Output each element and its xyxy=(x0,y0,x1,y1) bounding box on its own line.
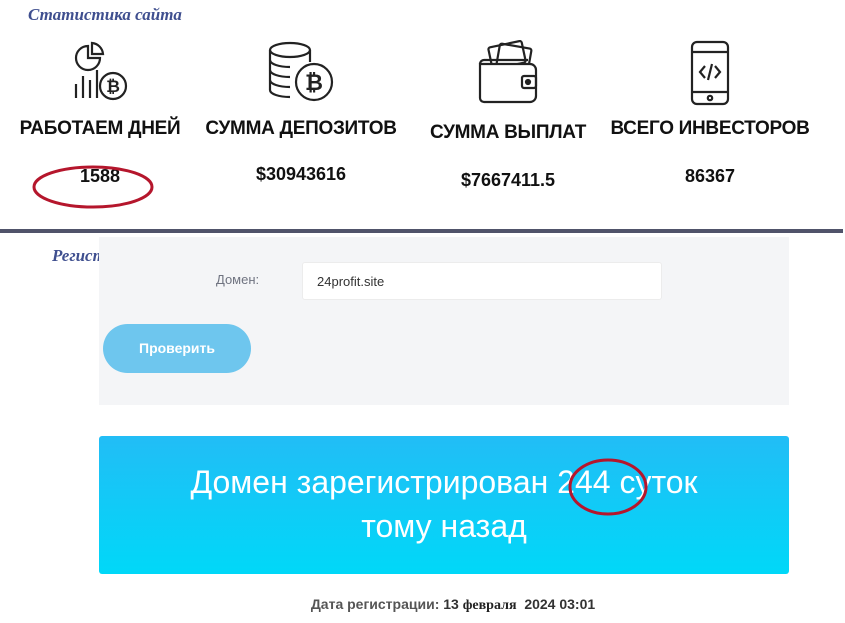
stat-label: СУММА ДЕПОЗИТОВ xyxy=(205,118,397,139)
stat-deposits-total: ₿ СУММА ДЕПОЗИТОВ $30943616 xyxy=(195,40,407,185)
chart-bitcoin-icon: ₿ xyxy=(74,41,128,101)
result-line-2: тому назад xyxy=(361,508,527,544)
registration-date-time: 2024 03:01 xyxy=(524,596,596,612)
stat-value: 1588 xyxy=(79,166,121,186)
wallet-cash-icon xyxy=(478,40,538,104)
smartphone-code-icon xyxy=(690,40,730,106)
check-button[interactable]: Проверить xyxy=(103,324,251,373)
registration-date: Дата регистрации: 13 февраля 2024 03:01 xyxy=(0,596,845,614)
svg-text:₿: ₿ xyxy=(106,77,120,96)
result-suffix: суток xyxy=(619,464,698,500)
result-prefix: Домен зарегистрирован xyxy=(190,464,549,500)
svg-text:₿: ₿ xyxy=(305,70,323,95)
stat-label: РАБОТАЕМ ДНЕЙ xyxy=(19,118,181,139)
stat-value: $7667411.5 xyxy=(460,170,556,190)
registration-date-label: Дата регистрации: xyxy=(310,596,440,612)
domain-check-panel: Домен: 24profit.site Проверить xyxy=(99,237,789,405)
stat-label: ВСЕГО ИНВЕСТОРОВ xyxy=(610,118,810,139)
site-stats-section: Статистика сайта ₿ РАБОТАЕМ ДНЕЙ 1588 ₿ … xyxy=(0,0,845,232)
stat-value: 86367 xyxy=(684,166,736,186)
result-line-1: Домен зарегистрирован 244 суток xyxy=(99,460,789,504)
section-divider xyxy=(0,229,843,233)
stat-value: $30943616 xyxy=(255,164,347,184)
stat-investors-total: ВСЕГО ИНВЕСТОРОВ 86367 xyxy=(602,40,818,187)
stat-work-days: ₿ РАБОТАЕМ ДНЕЙ 1588 xyxy=(12,40,188,187)
domain-label: Домен: xyxy=(216,272,260,287)
registration-date-month: февраля xyxy=(462,598,517,613)
stat-label: СУММА ВЫПЛАТ xyxy=(429,122,587,143)
stats-caption: Статистика сайта xyxy=(28,5,182,24)
stat-payouts-total: СУММА ВЫПЛАТ $7667411.5 xyxy=(420,40,596,191)
domain-input[interactable]: 24profit.site xyxy=(302,262,662,300)
registration-result-banner: Домен зарегистрирован 244 суток тому наз… xyxy=(99,436,789,574)
registration-date-day: 13 xyxy=(443,596,459,612)
result-days: 244 xyxy=(557,464,611,500)
coins-bitcoin-icon: ₿ xyxy=(268,41,334,102)
